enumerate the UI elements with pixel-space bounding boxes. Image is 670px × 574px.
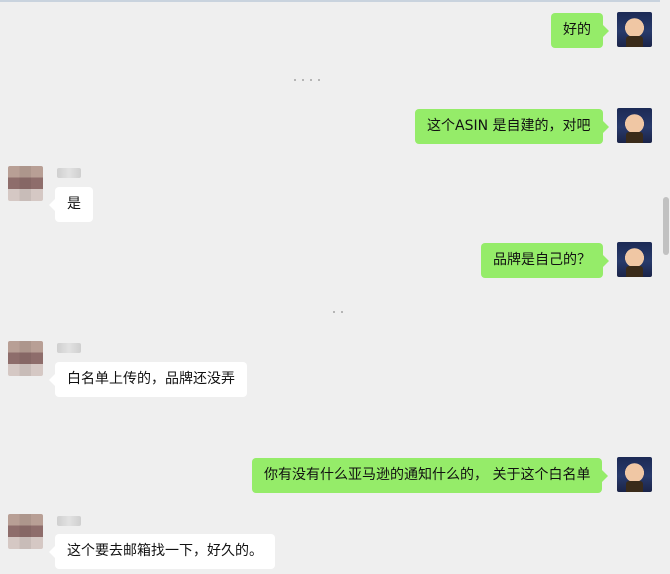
my-avatar[interactable] — [617, 108, 652, 143]
timestamp-placeholder — [333, 311, 349, 313]
scrollbar-thumb[interactable] — [663, 197, 669, 255]
contact-avatar[interactable] — [8, 166, 43, 201]
my-avatar[interactable] — [617, 12, 652, 47]
my-message-bubble[interactable]: 这个ASIN 是自建的，对吧 — [415, 109, 609, 144]
my-avatar[interactable] — [617, 242, 652, 277]
contact-avatar[interactable] — [8, 514, 43, 549]
chat-message-area[interactable]: 好的 这个ASIN 是自建的，对吧 是 品牌是自己的？ 白名单上传的，品牌还没弄… — [0, 0, 660, 574]
contact-message-bubble[interactable]: 这个要去邮箱找一下，好久的。 — [49, 534, 275, 569]
contact-name-blurred — [57, 343, 81, 353]
my-message-bubble[interactable]: 好的 — [551, 13, 609, 48]
scrollbar-track[interactable] — [660, 0, 670, 574]
contact-name-blurred — [57, 168, 81, 178]
timestamp-placeholder — [294, 79, 326, 81]
contact-avatar[interactable] — [8, 341, 43, 376]
my-message-bubble[interactable]: 品牌是自己的？ — [481, 243, 609, 278]
my-avatar[interactable] — [617, 457, 652, 492]
contact-message-bubble[interactable]: 白名单上传的，品牌还没弄 — [49, 362, 247, 397]
my-message-bubble[interactable]: 你有没有什么亚马逊的通知什么的， 关于这个白名单 — [252, 458, 609, 493]
contact-message-bubble[interactable]: 是 — [49, 187, 93, 222]
contact-name-blurred — [57, 516, 81, 526]
